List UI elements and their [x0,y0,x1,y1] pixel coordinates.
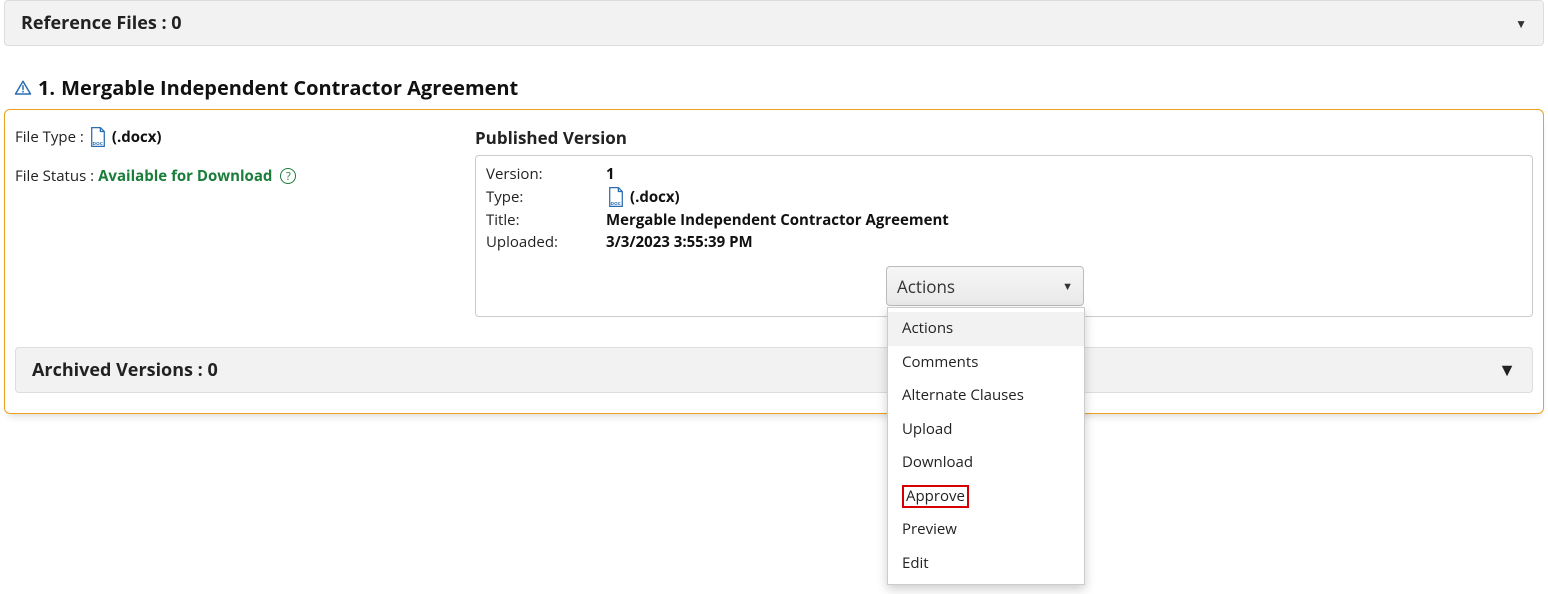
version-value: 1 [606,164,615,184]
archived-versions-panel[interactable]: Archived Versions : 0 ▼ [15,347,1533,393]
published-version-section: Published Version Version: 1 Type: DOC [475,126,1533,317]
actions-menu-item-alternate-clauses[interactable]: Alternate Clauses [888,379,1084,413]
document-left-column: File Type : DOC (.docx) File Status : Av… [15,126,435,204]
actions-menu-item-comments[interactable]: Comments [888,346,1084,380]
warning-icon [14,79,32,97]
help-icon[interactable]: ? [280,168,296,184]
published-version-box: Version: 1 Type: DOC (.docx) [475,155,1533,317]
file-type-field: File Type : DOC (.docx) [15,126,435,148]
actions-dropdown-menu: ActionsCommentsAlternate ClausesUploadDo… [887,307,1085,585]
actions-menu-item-edit[interactable]: Edit [888,547,1084,581]
title-value: Mergable Independent Contractor Agreemen… [606,210,949,230]
document-title: Mergable Independent Contractor Agreemen… [61,74,518,101]
published-version-heading: Published Version [475,126,1533,149]
type-value: DOC (.docx) [606,186,680,208]
document-section-title: 1. Mergable Independent Contractor Agree… [14,74,1544,101]
document-card: File Type : DOC (.docx) File Status : Av… [4,109,1544,414]
svg-text:DOC: DOC [611,201,621,207]
actions-menu-item-actions: Actions [888,312,1084,346]
document-title-prefix: 1. [38,74,55,101]
file-status-link[interactable]: Available for Download [98,166,272,186]
actions-menu-item-preview[interactable]: Preview [888,513,1084,547]
reference-files-label: Reference Files : 0 [21,11,182,35]
uploaded-value: 3/3/2023 3:55:39 PM [606,232,753,252]
docx-file-icon: DOC [606,186,626,208]
actions-menu-item-approve[interactable]: Approve [888,480,1084,514]
chevron-down-icon: ▼ [1062,279,1073,294]
chevron-down-icon: ▼ [1515,15,1527,32]
file-status-field: File Status : Available for Download ? [15,166,435,186]
docx-file-icon: DOC [88,126,108,148]
actions-dropdown-button[interactable]: Actions ▼ ActionsCommentsAlternate Claus… [886,266,1084,306]
actions-menu-item-download[interactable]: Download [888,446,1084,480]
actions-dropdown-label: Actions [897,275,955,298]
svg-text:DOC: DOC [92,141,102,147]
actions-menu-item-upload[interactable]: Upload [888,413,1084,447]
chevron-down-icon: ▼ [1498,358,1516,382]
reference-files-panel[interactable]: Reference Files : 0 ▼ [4,0,1544,46]
archived-versions-label: Archived Versions : 0 [32,358,218,382]
